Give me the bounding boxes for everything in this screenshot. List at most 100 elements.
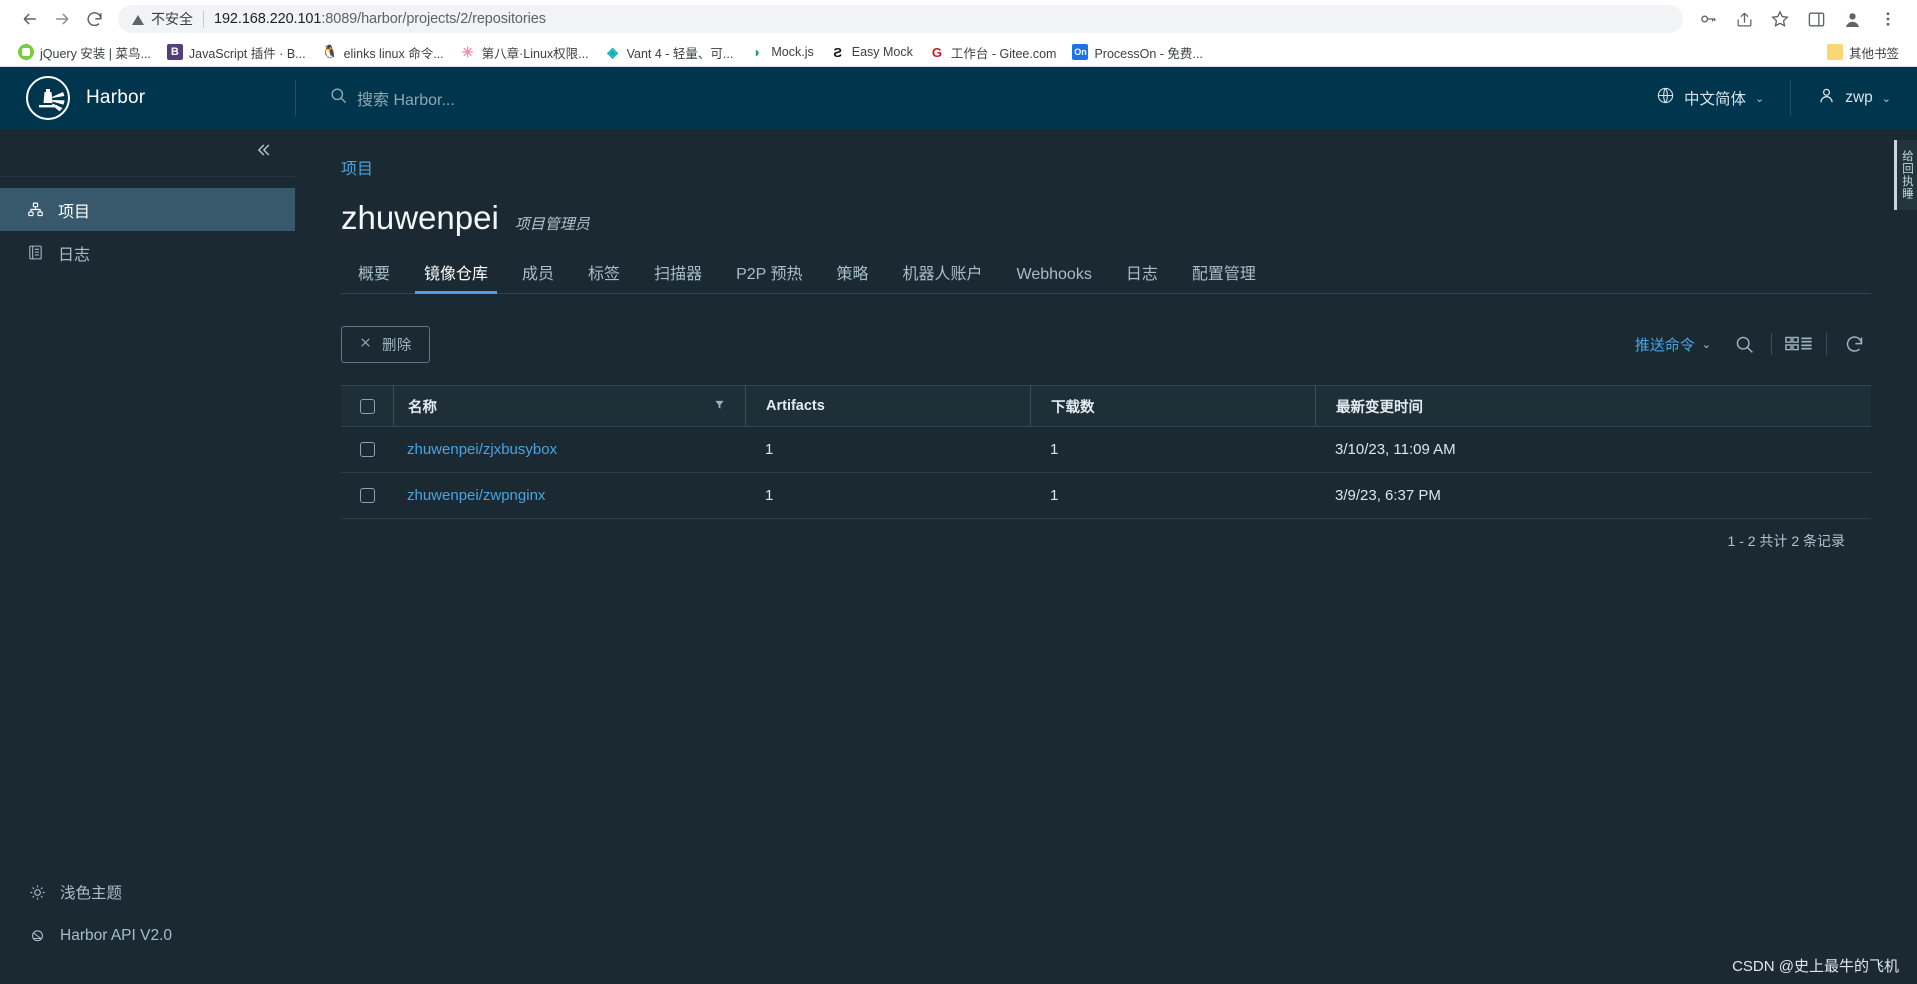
mockjs-icon: ◗ — [749, 44, 766, 60]
breadcrumb[interactable]: 项目 — [341, 129, 1871, 179]
omnibox-divider — [203, 10, 204, 28]
chevron-down-icon: ⌄ — [1701, 338, 1711, 351]
flower-icon: ✳ — [459, 44, 476, 60]
harbor-logo-icon — [26, 76, 70, 120]
sidebar-item-logs[interactable]: 日志 — [0, 231, 295, 274]
column-header-name[interactable]: 名称 — [393, 386, 745, 426]
tab-policy[interactable]: 策略 — [819, 254, 885, 293]
bookmark-item[interactable]: 🐧 elinks linux 命令... — [314, 40, 452, 65]
column-header-downloads[interactable]: 下载数 — [1030, 386, 1315, 426]
bookmark-label: 第八章·Linux权限... — [481, 46, 589, 61]
search-icon[interactable] — [1727, 327, 1761, 361]
refresh-icon[interactable] — [1837, 327, 1871, 361]
row-checkbox[interactable] — [359, 488, 375, 503]
linux-tux-icon: 🐧 — [321, 44, 338, 60]
page-title: zhuwenpei — [341, 199, 499, 236]
cell-name: zhuwenpei/zjxbusybox — [393, 427, 745, 472]
bookmark-item[interactable]: On ProcessOn - 免费... — [1064, 40, 1210, 65]
table-row[interactable]: zhuwenpei/zwpnginx 1 1 3/9/23, 6:37 PM — [341, 473, 1871, 519]
column-header-artifacts[interactable]: Artifacts — [745, 386, 1030, 426]
bookmarks-bar: jQuery 安装 | 菜鸟... B JavaScript 插件 · B...… — [0, 38, 1917, 67]
language-label: 中文简体 — [1683, 91, 1746, 108]
sidebar-item-projects[interactable]: 项目 — [0, 188, 295, 231]
sidebar-footer: 浅色主题 Harbor API V2.0 — [0, 870, 295, 984]
push-command-label: 推送命令 — [1634, 336, 1695, 354]
other-bookmarks-button[interactable]: 其他书签 — [1819, 40, 1907, 65]
bookmark-label: 工作台 - Gitee.com — [950, 46, 1057, 61]
repository-link[interactable]: zhuwenpei/zwpnginx — [407, 487, 545, 504]
tab-p2p-preheat[interactable]: P2P 预热 — [719, 254, 819, 293]
bookmark-item[interactable]: G 工作台 - Gitee.com — [921, 40, 1065, 65]
repository-link[interactable]: zhuwenpei/zjxbusybox — [407, 441, 557, 458]
tab-configuration[interactable]: 配置管理 — [1175, 254, 1273, 293]
select-all-cell[interactable] — [341, 386, 393, 426]
bookmark-item[interactable]: ◈ Vant 4 - 轻量、可... — [597, 40, 742, 65]
harbor-app: Harbor 搜索 Harbor... 中文简体 ⌄ zwp ⌄ 项目 日志 浅… — [0, 67, 1917, 984]
browser-toolbar-actions — [1693, 4, 1903, 34]
close-x-icon — [359, 336, 372, 353]
card-list-view-icon[interactable] — [1782, 327, 1816, 361]
bookmark-item[interactable]: B JavaScript 插件 · B... — [159, 40, 314, 65]
address-bar[interactable]: 不安全 192.168.220.101:8089/harbor/projects… — [118, 5, 1683, 33]
column-header-label: 下载数 — [1051, 399, 1095, 416]
cell-modified: 3/9/23, 6:37 PM — [1315, 473, 1871, 518]
search-placeholder: 搜索 Harbor... — [357, 92, 455, 109]
row-checkbox[interactable] — [359, 442, 375, 457]
tab-webhooks[interactable]: Webhooks — [1000, 260, 1109, 293]
artifacts-count: 1 — [765, 487, 774, 504]
language-selector[interactable]: 中文简体 ⌄ — [1630, 67, 1790, 129]
harbor-brand[interactable]: Harbor — [0, 67, 295, 129]
select-all-checkbox[interactable] — [359, 398, 375, 414]
reload-icon[interactable] — [78, 3, 110, 35]
tab-logs[interactable]: 日志 — [1109, 254, 1175, 293]
harbor-api-link[interactable]: Harbor API V2.0 — [0, 914, 295, 958]
chevron-down-icon: ⌄ — [1754, 92, 1765, 105]
toolbar-right-actions: 推送命令 ⌄ — [1635, 327, 1871, 361]
column-header-modified[interactable]: 最新变更时间 — [1315, 386, 1871, 426]
feedback-tab[interactable]: 给回执睡 — [1894, 140, 1917, 210]
bookmark-label: Easy Mock — [851, 45, 913, 59]
sidebar-collapse-row — [0, 129, 295, 177]
header-right-actions: 中文简体 ⌄ zwp ⌄ — [1630, 67, 1917, 129]
main-content: 项目 zhuwenpei 项目管理员 概要 镜像仓库 成员 标签 扫描器 P2P… — [295, 129, 1917, 984]
tab-scanner[interactable]: 扫描器 — [637, 254, 719, 293]
not-secure-warning-icon — [132, 15, 144, 25]
url-path: :8089/harbor/projects/2/repositories — [321, 11, 546, 27]
back-icon[interactable] — [14, 3, 46, 35]
gitee-icon: G — [928, 44, 945, 60]
cell-downloads: 1 — [1030, 473, 1315, 518]
bookmark-label: JavaScript 插件 · B... — [188, 46, 306, 61]
tab-labels[interactable]: 标签 — [571, 254, 637, 293]
tab-robot-accounts[interactable]: 机器人账户 — [886, 254, 1000, 293]
tab-members[interactable]: 成员 — [505, 254, 571, 293]
row-select-cell[interactable] — [341, 473, 393, 518]
three-dots-menu-icon[interactable] — [1873, 4, 1903, 34]
cell-downloads: 1 — [1030, 427, 1315, 472]
side-panel-icon[interactable] — [1801, 4, 1831, 34]
bookmark-item[interactable]: jQuery 安装 | 菜鸟... — [10, 40, 159, 65]
sidebar: 项目 日志 浅色主题 Harbor API V2.0 — [0, 129, 295, 984]
tab-summary[interactable]: 概要 — [341, 254, 407, 293]
downloads-count: 1 — [1050, 441, 1059, 458]
row-select-cell[interactable] — [341, 427, 393, 472]
global-search[interactable]: 搜索 Harbor... — [296, 86, 1630, 110]
bookmark-item[interactable]: ◗ Mock.js — [741, 41, 821, 63]
bookmark-label: elinks linux 命令... — [343, 46, 444, 61]
forward-icon[interactable] — [46, 3, 78, 35]
profile-icon[interactable] — [1837, 4, 1867, 34]
push-command-dropdown[interactable]: 推送命令 ⌄ — [1635, 334, 1727, 355]
filter-icon[interactable] — [714, 399, 745, 413]
user-menu[interactable]: zwp ⌄ — [1791, 67, 1917, 129]
theme-toggle[interactable]: 浅色主题 — [0, 870, 295, 914]
brand-name: Harbor — [86, 87, 146, 108]
bookmark-item[interactable]: ✳ 第八章·Linux权限... — [452, 40, 597, 65]
delete-button[interactable]: 删除 — [341, 325, 430, 363]
star-icon[interactable] — [1765, 4, 1795, 34]
key-icon[interactable] — [1693, 4, 1723, 34]
column-header-label: 名称 — [408, 399, 437, 416]
bookmark-item[interactable]: Ƨ Easy Mock — [822, 41, 921, 63]
tab-repositories[interactable]: 镜像仓库 — [407, 254, 505, 294]
table-row[interactable]: zhuwenpei/zjxbusybox 1 1 3/10/23, 11:09 … — [341, 427, 1871, 473]
chevron-double-left-icon[interactable] — [253, 140, 273, 165]
share-icon[interactable] — [1729, 4, 1759, 34]
